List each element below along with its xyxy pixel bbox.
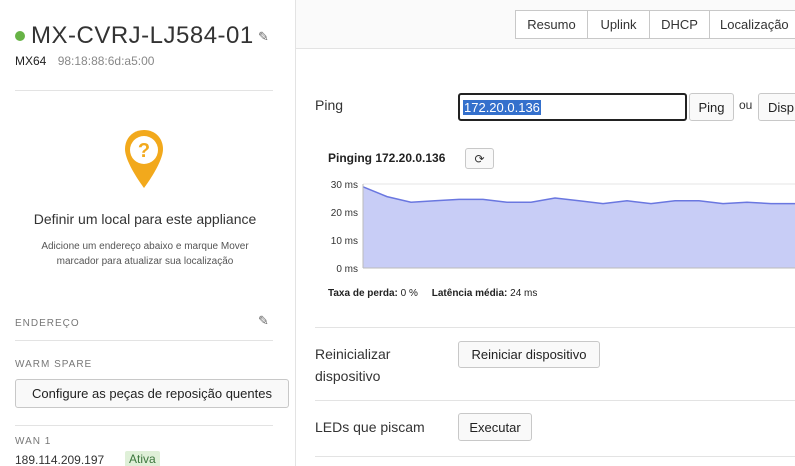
blink-leds-button[interactable]: Executar bbox=[458, 413, 532, 441]
device-model: MX64 bbox=[15, 54, 47, 68]
refresh-icon[interactable]: ⟳ bbox=[465, 148, 494, 169]
device-name: MX-CVRJ-LJ584-01 bbox=[31, 22, 254, 49]
divider bbox=[315, 456, 795, 457]
tab-localizacao[interactable]: Localização bbox=[709, 10, 795, 39]
divider bbox=[15, 340, 273, 341]
address-label: ENDEREÇO bbox=[15, 318, 80, 329]
loss-label: Taxa de perda: bbox=[328, 288, 398, 299]
reboot-label-line2: dispositivo bbox=[315, 368, 381, 384]
edit-address-pencil-icon[interactable]: ✎ bbox=[258, 313, 269, 329]
ping-target-input[interactable]: 172.20.0.136 bbox=[458, 93, 687, 121]
or-text: ou bbox=[739, 98, 753, 112]
divider bbox=[315, 400, 795, 401]
latency-area bbox=[363, 186, 795, 268]
device-title: MX-CVRJ-LJ584-01 bbox=[15, 22, 254, 50]
y-tick-label: 10 ms bbox=[331, 236, 358, 247]
ping-target-value: 172.20.0.136 bbox=[463, 99, 541, 115]
tab-dhcp[interactable]: DHCP bbox=[649, 10, 710, 39]
status-dot bbox=[15, 31, 25, 41]
device-subtitle: MX64 98:18:88:6d:a5:00 bbox=[15, 54, 154, 68]
reboot-label-line1: Reinicializar bbox=[315, 346, 391, 362]
panel-divider bbox=[295, 0, 296, 466]
blink-leds-label: LEDs que piscam bbox=[315, 419, 425, 435]
ping-label: Ping bbox=[315, 97, 344, 113]
divider bbox=[15, 90, 273, 91]
map-pin-icon: ? bbox=[125, 130, 163, 188]
y-tick-label: 20 ms bbox=[331, 208, 358, 219]
device-mac: 98:18:88:6d:a5:00 bbox=[57, 54, 155, 68]
latency-label: Latência média: bbox=[431, 288, 508, 299]
ping-latency-chart: 30 ms 20 ms 10 ms 0 ms bbox=[331, 180, 795, 275]
y-tick-label: 0 ms bbox=[336, 264, 358, 275]
reboot-device-button[interactable]: Reiniciar dispositivo bbox=[458, 341, 600, 368]
latency-line bbox=[362, 186, 795, 205]
alt-action-button[interactable]: Disp bbox=[758, 93, 795, 121]
edit-name-pencil-icon[interactable]: ✎ bbox=[258, 29, 269, 45]
wan1-ip: 189.114.209.197 bbox=[15, 453, 105, 466]
tab-resumo[interactable]: Resumo bbox=[515, 10, 588, 39]
chart-title: Pinging 172.20.0.136 bbox=[328, 151, 446, 165]
ping-stats: Taxa de perda: 0 % Latência média: 24 ms bbox=[328, 288, 537, 299]
location-title: Definir um local para este appliance bbox=[33, 211, 257, 227]
pin-question-mark: ? bbox=[138, 140, 150, 162]
wan1-status-badge: Ativa bbox=[125, 451, 160, 466]
ping-button[interactable]: Ping bbox=[689, 93, 734, 121]
warm-spare-label: WARM SPARE bbox=[15, 359, 93, 370]
reboot-label: Reinicializar dispositivo bbox=[315, 343, 390, 387]
y-tick-label: 30 ms bbox=[331, 180, 358, 191]
tab-uplink[interactable]: Uplink bbox=[587, 10, 650, 39]
divider bbox=[315, 327, 795, 328]
loss-value: 0 % bbox=[400, 288, 418, 299]
latency-value: 24 ms bbox=[510, 288, 538, 299]
configure-warm-spare-button[interactable]: Configure as peças de reposição quentes bbox=[15, 379, 289, 408]
location-description: Adicione um endereço abaixo e marque Mov… bbox=[41, 241, 249, 267]
divider bbox=[15, 425, 273, 426]
wan1-label: WAN 1 bbox=[15, 436, 52, 447]
